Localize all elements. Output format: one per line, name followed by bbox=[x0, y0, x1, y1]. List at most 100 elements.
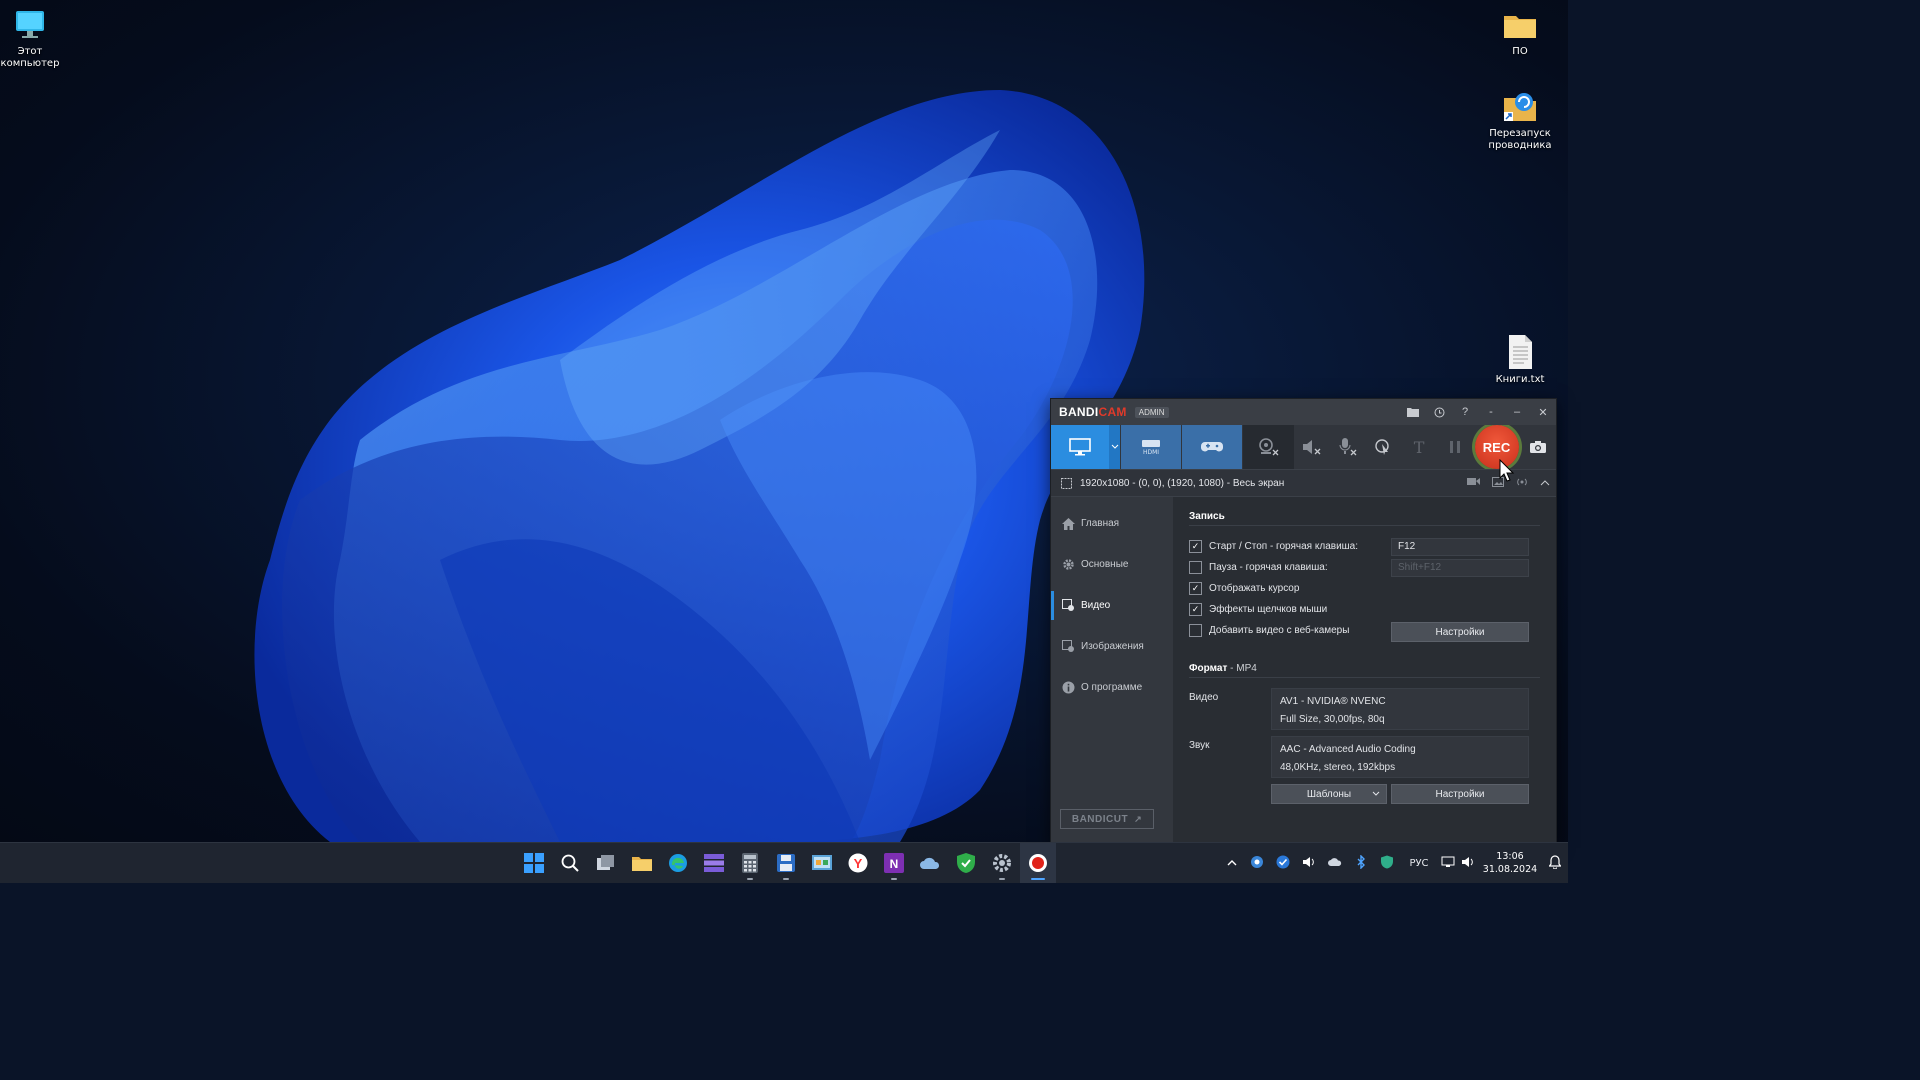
option-click-effects[interactable]: ✓ Эффекты щелчков мыши bbox=[1189, 599, 1540, 620]
tray-volume-icon[interactable] bbox=[1458, 856, 1478, 871]
bandicut-label: BANDICUT bbox=[1071, 813, 1129, 825]
screenshot-button[interactable] bbox=[1520, 425, 1556, 469]
format-settings-button[interactable]: Настройки bbox=[1391, 784, 1529, 804]
tray-bluetooth-icon[interactable] bbox=[1348, 853, 1374, 872]
desktop-icon-this-pc[interactable]: Этот компьютер bbox=[0, 8, 70, 70]
taskbar-file-explorer[interactable] bbox=[624, 843, 660, 883]
capture-area-text: 1920x1080 - (0, 0), (1920, 1080) - Весь … bbox=[1080, 477, 1285, 489]
clock-date: 31.08.2024 bbox=[1482, 864, 1538, 875]
taskbar-control-panel[interactable] bbox=[804, 843, 840, 883]
active-indicator bbox=[1031, 878, 1045, 880]
sidebar-item-general[interactable]: Основные bbox=[1051, 544, 1173, 585]
chevron-down-icon bbox=[1111, 444, 1118, 449]
audio-format-label: Звук bbox=[1189, 740, 1210, 751]
tray-shield-icon[interactable] bbox=[1374, 855, 1400, 872]
cursor-effects-toggle[interactable] bbox=[1366, 425, 1402, 469]
checkbox-pause[interactable] bbox=[1189, 561, 1202, 574]
sidebar-item-video[interactable]: Видео bbox=[1051, 585, 1173, 626]
option-show-cursor[interactable]: ✓ Отображать курсор bbox=[1189, 578, 1540, 599]
speaker-toggle[interactable] bbox=[1294, 425, 1330, 469]
minimize-icon[interactable]: – bbox=[1504, 399, 1530, 425]
collapse-icon[interactable]: - bbox=[1478, 399, 1504, 425]
taskbar-edge[interactable] bbox=[660, 843, 696, 883]
task-view-button[interactable] bbox=[588, 843, 624, 883]
video-format-box[interactable]: AV1 - NVIDIA® NVENC Full Size, 30,00fps,… bbox=[1271, 688, 1529, 730]
tray-cloud-icon[interactable] bbox=[1322, 857, 1348, 870]
screen-mode-button[interactable] bbox=[1051, 425, 1109, 469]
windows-logo-icon bbox=[524, 853, 544, 873]
taskbar-clock[interactable]: 13:06 31.08.2024 bbox=[1478, 850, 1542, 876]
start-stop-hotkey-field[interactable]: F12 bbox=[1391, 537, 1529, 556]
svg-text:HDMI: HDMI bbox=[1143, 449, 1159, 455]
option-label: Отображать курсор bbox=[1209, 583, 1300, 594]
templates-dropdown[interactable]: Шаблоны bbox=[1271, 784, 1387, 804]
chevron-up-icon[interactable] bbox=[1540, 478, 1550, 489]
record-icon bbox=[1029, 854, 1047, 872]
desktop-icon-label: Этот bbox=[17, 46, 43, 57]
tray-network-icon[interactable] bbox=[1438, 856, 1458, 871]
option-webcam-overlay[interactable]: Добавить видео с веб-камеры Настройки bbox=[1189, 620, 1540, 642]
taskbar-cloud-app[interactable] bbox=[912, 843, 948, 883]
microphone-toggle[interactable] bbox=[1330, 425, 1366, 469]
sidebar-item-about[interactable]: О программе bbox=[1051, 667, 1173, 708]
taskbar-save-app[interactable] bbox=[768, 843, 804, 883]
video-format-label: Видео bbox=[1189, 692, 1219, 703]
webcam-toggle[interactable] bbox=[1242, 425, 1295, 469]
sidebar-item-home[interactable]: Главная bbox=[1051, 503, 1173, 544]
clock-icon[interactable] bbox=[1426, 399, 1452, 425]
checkbox-click-effects[interactable]: ✓ bbox=[1189, 603, 1202, 616]
notification-bell-icon[interactable] bbox=[1542, 854, 1568, 872]
search-button[interactable] bbox=[552, 843, 588, 883]
hdmi-icon: HDMI bbox=[1142, 440, 1161, 455]
start-button[interactable] bbox=[516, 843, 552, 883]
bandicam-toolbar: HDMI T REC bbox=[1051, 425, 1556, 469]
checkbox-start-stop[interactable]: ✓ bbox=[1189, 540, 1202, 553]
option-pause-hotkey[interactable]: Пауза - горячая клавиша: Shift+F12 bbox=[1189, 557, 1540, 578]
taskbar-settings[interactable] bbox=[984, 843, 1020, 883]
tray-check-icon[interactable] bbox=[1270, 855, 1296, 872]
checkbox-show-cursor[interactable]: ✓ bbox=[1189, 582, 1202, 595]
taskbar-calculator[interactable] bbox=[732, 843, 768, 883]
option-start-stop-hotkey[interactable]: ✓ Старт / Стоп - горячая клавиша: F12 bbox=[1189, 536, 1540, 557]
tray-app-icon[interactable] bbox=[1244, 855, 1270, 872]
folder-icon bbox=[632, 857, 652, 871]
pause-button[interactable] bbox=[1437, 425, 1473, 469]
taskbar-bandicam[interactable] bbox=[1020, 843, 1056, 883]
pause-icon bbox=[1449, 441, 1460, 453]
desktop-icon-books-txt[interactable]: Книги.txt bbox=[1480, 334, 1560, 386]
audio-format-box[interactable]: AAC - Advanced Audio Coding 48,0KHz, ste… bbox=[1271, 736, 1529, 778]
screen-mode-dropdown[interactable] bbox=[1108, 425, 1121, 469]
gear-icon bbox=[1061, 558, 1075, 572]
close-icon[interactable]: ✕ bbox=[1530, 399, 1556, 425]
record-settings-button[interactable]: Настройки bbox=[1391, 622, 1529, 642]
audio-format-row: Звук AAC - Advanced Audio Coding 48,0KHz… bbox=[1189, 736, 1540, 778]
taskbar-onenote[interactable]: N bbox=[876, 843, 912, 883]
pause-hotkey-field[interactable]: Shift+F12 bbox=[1391, 558, 1529, 577]
desktop-icon-po[interactable]: ПО bbox=[1480, 8, 1560, 58]
folder-icon[interactable] bbox=[1400, 399, 1426, 425]
language-indicator[interactable]: РУС bbox=[1400, 858, 1438, 869]
hdmi-mode-button[interactable]: HDMI bbox=[1121, 425, 1181, 469]
desktop-icon-restart-explorer[interactable]: Перезапуск проводника bbox=[1480, 88, 1560, 152]
video-params: Full Size, 30,00fps, 80q bbox=[1280, 714, 1385, 725]
area-select-icon bbox=[1061, 477, 1072, 489]
capture-area-info[interactable]: 1920x1080 - (0, 0), (1920, 1080) - Весь … bbox=[1051, 469, 1556, 497]
video-icon[interactable] bbox=[1467, 477, 1480, 489]
taskbar-yandex-browser[interactable]: Y bbox=[840, 843, 876, 883]
sidebar-item-label: О программе bbox=[1081, 682, 1143, 693]
taskbar-app-1[interactable] bbox=[696, 843, 732, 883]
broadcast-icon[interactable] bbox=[1516, 477, 1528, 490]
help-icon[interactable]: ? bbox=[1452, 399, 1478, 425]
desktop-icon-label: Перезапуск bbox=[1489, 128, 1551, 139]
bandicam-title-bar[interactable]: BANDICAM ADMIN ? - – ✕ bbox=[1051, 399, 1556, 425]
chevron-up-icon[interactable] bbox=[1220, 858, 1244, 869]
sidebar-item-images[interactable]: Изображения bbox=[1051, 626, 1173, 667]
text-overlay-button[interactable]: T bbox=[1401, 425, 1437, 469]
checkbox-webcam[interactable] bbox=[1189, 624, 1202, 637]
bandicut-button[interactable]: BANDICUT ↗ bbox=[1060, 809, 1154, 829]
shield-icon bbox=[957, 853, 975, 873]
taskbar-security-app[interactable] bbox=[948, 843, 984, 883]
tray-speaker-icon[interactable] bbox=[1296, 856, 1322, 871]
sidebar-item-label: Главная bbox=[1081, 518, 1120, 529]
game-mode-button[interactable] bbox=[1181, 425, 1242, 469]
